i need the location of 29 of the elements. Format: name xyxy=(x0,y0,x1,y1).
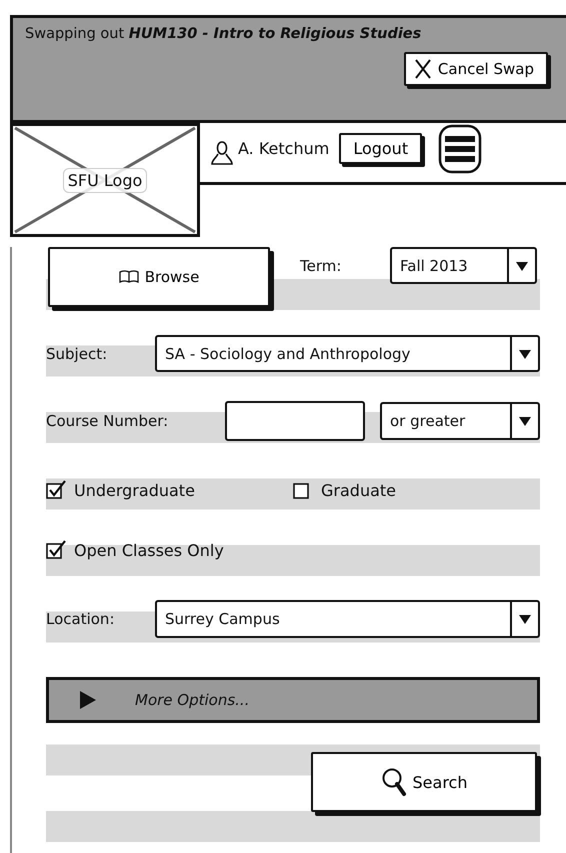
user-icon xyxy=(210,140,234,166)
logout-button[interactable]: Logout xyxy=(339,133,422,164)
checkbox[interactable] xyxy=(46,480,68,500)
dropdown-arrow-icon xyxy=(518,348,532,360)
checkbox-label: Undergraduate xyxy=(74,480,195,500)
location-label: Location: xyxy=(46,610,116,628)
subject-dropdown[interactable]: SA - Sociology and Anthropology xyxy=(155,335,540,372)
close-icon xyxy=(414,59,432,79)
checkbox-label: Open Classes Only xyxy=(74,540,224,560)
location-dropdown[interactable]: Surrey Campus xyxy=(155,600,540,638)
cancel-swap-button[interactable]: Cancel Swap xyxy=(404,52,548,86)
menu-icon[interactable] xyxy=(438,124,482,174)
course-number-label: Course Number: xyxy=(46,412,170,430)
checkbox[interactable] xyxy=(46,540,68,560)
banner-message: Swapping out HUM130 - Intro to Religious Studies xyxy=(25,26,422,42)
course-number-field[interactable] xyxy=(225,401,365,441)
more-options-bar[interactable]: More Options... xyxy=(46,677,540,723)
subject-label: Subject: xyxy=(46,344,108,362)
term-dropdown[interactable]: Fall 2013 xyxy=(390,247,537,284)
book-icon xyxy=(118,270,139,284)
search-icon xyxy=(380,767,407,797)
user-name: A. Ketchum xyxy=(238,139,330,158)
logo-label: SFU Logo xyxy=(62,168,148,192)
term-label: Term: xyxy=(300,257,342,275)
dropdown-arrow-icon xyxy=(515,260,529,272)
dropdown-arrow-icon xyxy=(518,415,532,427)
checkbox-label: Graduate xyxy=(321,480,396,500)
dropdown-arrow-icon xyxy=(518,613,532,625)
comparison-dropdown[interactable]: or greater xyxy=(380,402,540,440)
